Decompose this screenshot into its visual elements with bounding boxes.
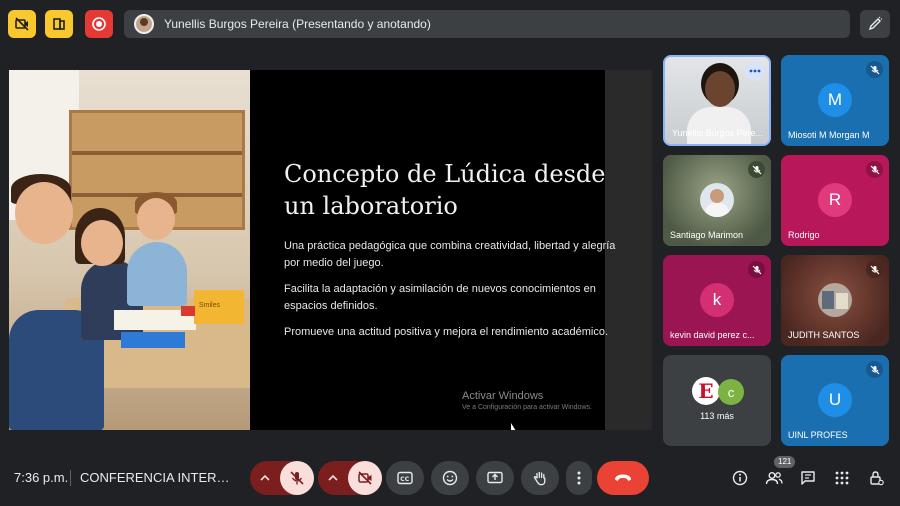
participant-avatar-photo — [700, 183, 734, 217]
participant-name: Miosoti M Morgan M — [788, 130, 870, 140]
activities-grid-icon[interactable] — [832, 468, 852, 488]
raise-hand-button[interactable] — [521, 461, 559, 495]
participant-video-face — [705, 71, 735, 107]
chat-icon[interactable] — [798, 468, 818, 488]
camera-options-chevron-up-icon[interactable] — [318, 461, 348, 495]
slide-bullets: Una práctica pedagógica que combina crea… — [284, 238, 624, 350]
mic-off-icon — [866, 361, 883, 378]
more-participants-count: 113 más — [700, 411, 734, 421]
participant-name: Rodrigo — [788, 230, 820, 240]
participant-tile[interactable]: Santiago Marimon — [663, 155, 771, 246]
svg-text:CC: CC — [400, 476, 409, 483]
participant-name: UINL PROFES — [788, 430, 848, 440]
photo-toy-blocks — [121, 332, 185, 348]
meeting-clock: 7:36 p.m. — [14, 470, 69, 485]
more-options-button[interactable] — [566, 461, 592, 495]
participant-name: JUDITH SANTOS — [788, 330, 860, 340]
recording-button[interactable] — [85, 10, 113, 38]
mic-off-icon — [748, 261, 765, 278]
toy-box-label: Smiles — [199, 302, 221, 309]
host-controls-lock-icon[interactable] — [866, 468, 886, 488]
participant-tile[interactable]: R Rodrigo — [781, 155, 889, 246]
participant-tile[interactable]: k kevin david perez c... — [663, 255, 771, 346]
participant-avatar-photo — [818, 283, 852, 317]
slide-bullet: Promueve una actitud positiva y mejora e… — [284, 326, 609, 338]
more-participants-tile[interactable]: E c 113 más — [663, 355, 771, 446]
people-count-badge: 121 — [774, 456, 796, 468]
people-icon[interactable] — [764, 468, 784, 488]
participant-tile[interactable]: M Miosoti M Morgan M — [781, 55, 889, 146]
hide-video-icon-button[interactable] — [8, 10, 36, 38]
mic-off-icon — [866, 261, 883, 278]
present-screen-button[interactable] — [476, 461, 514, 495]
slide-bullet: Facilita la adaptación y asimilación de … — [284, 283, 596, 312]
watermark-title: Activar Windows — [462, 390, 544, 402]
divider — [70, 470, 71, 486]
captions-button[interactable]: CC — [386, 461, 424, 495]
participant-avatar: R — [818, 183, 852, 217]
participant-name: Santiago Marimon — [670, 230, 744, 240]
camera-off-button[interactable] — [348, 461, 382, 495]
mic-off-button[interactable] — [280, 461, 314, 495]
mic-options-chevron-up-icon[interactable] — [250, 461, 280, 495]
photo-toy-box: Smiles — [194, 290, 244, 324]
slide-bullet: Una práctica pedagógica que combina crea… — [284, 240, 616, 269]
windows-activation-watermark: Activar Windows Ve a Configuración para … — [462, 390, 592, 411]
participant-tile[interactable]: Yunellis Burgos Pere... — [663, 55, 771, 146]
presenter-avatar — [134, 14, 154, 34]
mic-off-icon — [866, 61, 883, 78]
participant-avatar: k — [700, 283, 734, 317]
leave-call-button[interactable] — [597, 461, 649, 495]
presenter-status: Yunellis Burgos Pereira (Presentando y a… — [164, 17, 431, 31]
participant-tile[interactable]: U UINL PROFES — [781, 355, 889, 446]
participant-avatar: M — [818, 83, 852, 117]
companion-mode-button[interactable] — [45, 10, 73, 38]
watermark-subtitle: Ve a Configuración para activar Windows. — [462, 404, 592, 411]
mic-control-group — [250, 461, 314, 495]
presenter-banner[interactable]: Yunellis Burgos Pereira (Presentando y a… — [124, 10, 850, 38]
participant-name: Yunellis Burgos Pere... — [672, 128, 764, 138]
mouse-cursor-icon — [511, 423, 516, 430]
participant-avatar: E — [692, 377, 720, 405]
participant-avatar: c — [718, 379, 744, 405]
annotate-pen-button[interactable] — [860, 10, 890, 38]
mic-off-icon — [748, 161, 765, 178]
presentation-slide: Smiles Concepto de Lúdica desde un labor… — [9, 70, 652, 430]
classroom-children-photo: Smiles — [9, 70, 250, 430]
participant-avatar: U — [818, 383, 852, 417]
meeting-info-icon[interactable] — [730, 468, 750, 488]
mic-off-icon — [866, 161, 883, 178]
camera-control-group — [318, 461, 382, 495]
more-options-icon[interactable] — [745, 61, 765, 81]
meeting-name: CONFERENCIA INTERNACIONAL — [80, 470, 232, 485]
participant-name: kevin david perez c... — [670, 330, 755, 340]
participant-tile[interactable]: JUDITH SANTOS — [781, 255, 889, 346]
slide-title: Concepto de Lúdica desde un laboratorio — [284, 160, 606, 220]
reactions-emoji-button[interactable] — [431, 461, 469, 495]
